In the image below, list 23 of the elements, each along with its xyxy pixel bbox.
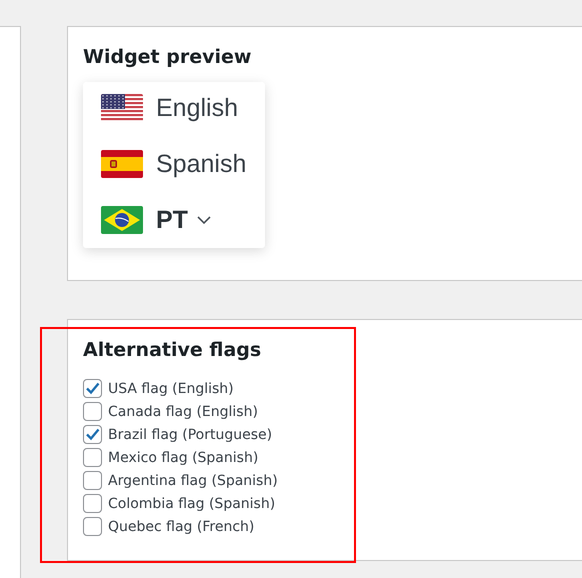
checkbox-label: Mexico flag (Spanish) (108, 450, 258, 466)
checkbox[interactable] (83, 425, 102, 444)
checkbox[interactable] (83, 448, 102, 467)
checkbox[interactable] (83, 402, 102, 421)
flag-icon (101, 150, 143, 178)
checkbox[interactable] (83, 494, 102, 513)
checkbox[interactable] (83, 379, 102, 398)
chevron-down-icon[interactable] (196, 216, 211, 224)
flag-icon (101, 206, 143, 234)
checkbox[interactable] (83, 471, 102, 490)
checkbox-label: Canada flag (English) (108, 404, 258, 420)
checkbox-label: Brazil flag (Portuguese) (108, 426, 272, 442)
current-language[interactable]: PT (156, 206, 188, 234)
checkbox[interactable] (83, 517, 102, 536)
checkbox-label: Quebec flag (French) (108, 518, 254, 534)
card-title: Alternative flags (83, 339, 262, 361)
checkbox-label: Colombia flag (Spanish) (108, 496, 276, 512)
checkbox-label: USA flag (English) (108, 380, 234, 396)
card-title: Widget preview (83, 46, 252, 68)
flag-icon (101, 94, 143, 122)
language-option[interactable]: Spanish (156, 150, 246, 178)
language-option[interactable]: English (156, 94, 238, 122)
checkbox-label: Argentina flag (Spanish) (108, 472, 278, 488)
